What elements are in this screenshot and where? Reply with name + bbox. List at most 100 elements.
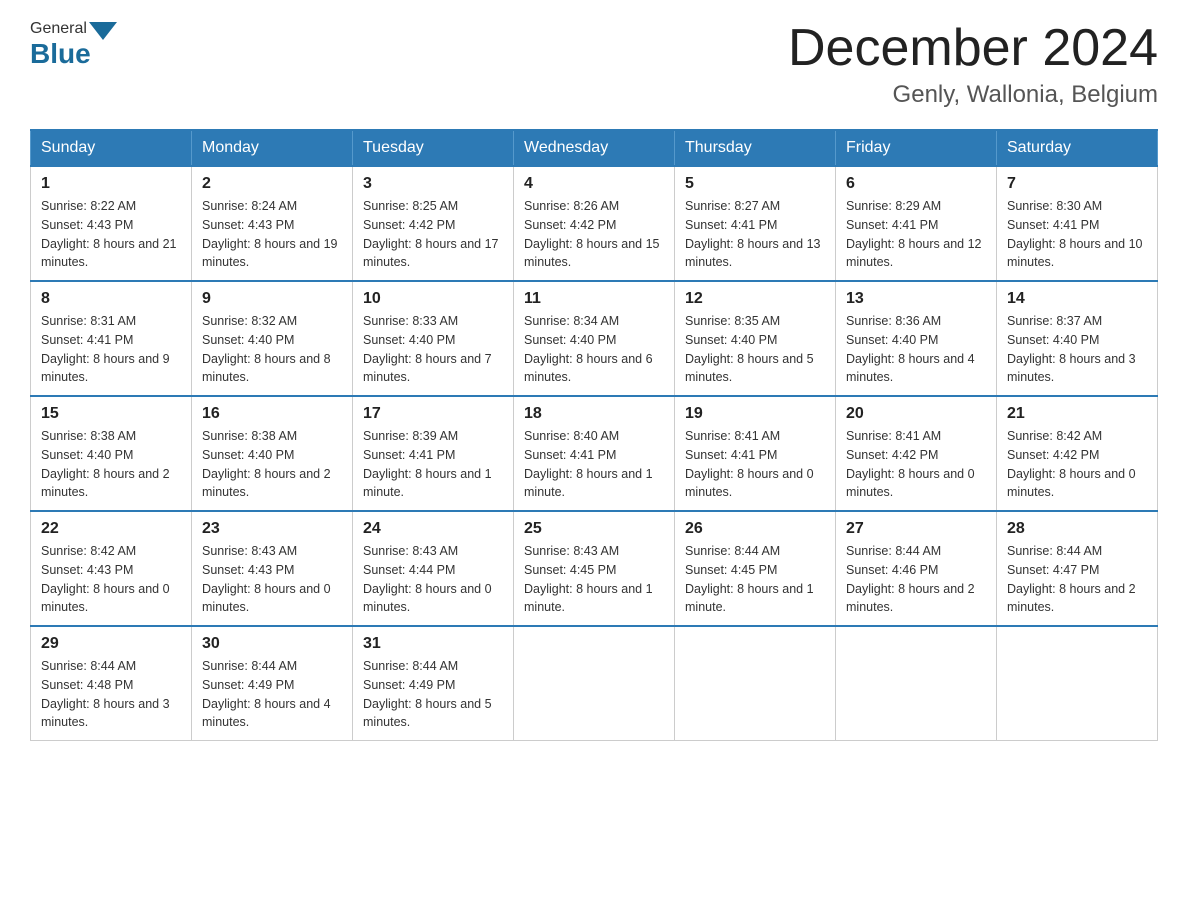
column-header-saturday: Saturday: [997, 130, 1158, 166]
day-info: Sunrise: 8:27 AM Sunset: 4:41 PM Dayligh…: [685, 197, 825, 272]
day-info: Sunrise: 8:39 AM Sunset: 4:41 PM Dayligh…: [363, 427, 503, 502]
title-area: December 2024 Genly, Wallonia, Belgium: [788, 20, 1158, 109]
calendar-cell: 8 Sunrise: 8:31 AM Sunset: 4:41 PM Dayli…: [31, 281, 192, 396]
calendar-cell: 4 Sunrise: 8:26 AM Sunset: 4:42 PM Dayli…: [514, 166, 675, 281]
calendar-cell: 24 Sunrise: 8:43 AM Sunset: 4:44 PM Dayl…: [353, 511, 514, 626]
calendar-cell: [675, 626, 836, 741]
calendar-cell: 7 Sunrise: 8:30 AM Sunset: 4:41 PM Dayli…: [997, 166, 1158, 281]
calendar-cell: [997, 626, 1158, 741]
day-info: Sunrise: 8:24 AM Sunset: 4:43 PM Dayligh…: [202, 197, 342, 272]
day-info: Sunrise: 8:43 AM Sunset: 4:43 PM Dayligh…: [202, 542, 342, 617]
day-number: 19: [685, 405, 825, 423]
day-info: Sunrise: 8:40 AM Sunset: 4:41 PM Dayligh…: [524, 427, 664, 502]
calendar-cell: 31 Sunrise: 8:44 AM Sunset: 4:49 PM Dayl…: [353, 626, 514, 741]
day-number: 8: [41, 290, 181, 308]
day-number: 16: [202, 405, 342, 423]
day-number: 17: [363, 405, 503, 423]
column-header-thursday: Thursday: [675, 130, 836, 166]
day-number: 31: [363, 635, 503, 653]
calendar-cell: 18 Sunrise: 8:40 AM Sunset: 4:41 PM Dayl…: [514, 396, 675, 511]
day-info: Sunrise: 8:36 AM Sunset: 4:40 PM Dayligh…: [846, 312, 986, 387]
calendar-cell: 21 Sunrise: 8:42 AM Sunset: 4:42 PM Dayl…: [997, 396, 1158, 511]
calendar-cell: 9 Sunrise: 8:32 AM Sunset: 4:40 PM Dayli…: [192, 281, 353, 396]
day-info: Sunrise: 8:43 AM Sunset: 4:44 PM Dayligh…: [363, 542, 503, 617]
day-number: 5: [685, 175, 825, 193]
day-number: 30: [202, 635, 342, 653]
day-number: 29: [41, 635, 181, 653]
day-info: Sunrise: 8:44 AM Sunset: 4:48 PM Dayligh…: [41, 657, 181, 732]
calendar-cell: 10 Sunrise: 8:33 AM Sunset: 4:40 PM Dayl…: [353, 281, 514, 396]
day-info: Sunrise: 8:41 AM Sunset: 4:42 PM Dayligh…: [846, 427, 986, 502]
day-info: Sunrise: 8:42 AM Sunset: 4:43 PM Dayligh…: [41, 542, 181, 617]
day-number: 20: [846, 405, 986, 423]
column-header-friday: Friday: [836, 130, 997, 166]
calendar-cell: 27 Sunrise: 8:44 AM Sunset: 4:46 PM Dayl…: [836, 511, 997, 626]
month-title: December 2024: [788, 20, 1158, 77]
logo-arrow-icon: [89, 22, 117, 40]
calendar-cell: 14 Sunrise: 8:37 AM Sunset: 4:40 PM Dayl…: [997, 281, 1158, 396]
day-number: 28: [1007, 520, 1147, 538]
day-info: Sunrise: 8:35 AM Sunset: 4:40 PM Dayligh…: [685, 312, 825, 387]
calendar-cell: 30 Sunrise: 8:44 AM Sunset: 4:49 PM Dayl…: [192, 626, 353, 741]
day-number: 25: [524, 520, 664, 538]
calendar-cell: 20 Sunrise: 8:41 AM Sunset: 4:42 PM Dayl…: [836, 396, 997, 511]
calendar-header-row: SundayMondayTuesdayWednesdayThursdayFrid…: [31, 130, 1158, 166]
day-number: 4: [524, 175, 664, 193]
day-number: 26: [685, 520, 825, 538]
day-info: Sunrise: 8:22 AM Sunset: 4:43 PM Dayligh…: [41, 197, 181, 272]
calendar-cell: 15 Sunrise: 8:38 AM Sunset: 4:40 PM Dayl…: [31, 396, 192, 511]
calendar-week-row: 8 Sunrise: 8:31 AM Sunset: 4:41 PM Dayli…: [31, 281, 1158, 396]
day-number: 9: [202, 290, 342, 308]
calendar-cell: 16 Sunrise: 8:38 AM Sunset: 4:40 PM Dayl…: [192, 396, 353, 511]
calendar-cell: 6 Sunrise: 8:29 AM Sunset: 4:41 PM Dayli…: [836, 166, 997, 281]
calendar-cell: 3 Sunrise: 8:25 AM Sunset: 4:42 PM Dayli…: [353, 166, 514, 281]
calendar-cell: 29 Sunrise: 8:44 AM Sunset: 4:48 PM Dayl…: [31, 626, 192, 741]
day-info: Sunrise: 8:44 AM Sunset: 4:46 PM Dayligh…: [846, 542, 986, 617]
day-info: Sunrise: 8:38 AM Sunset: 4:40 PM Dayligh…: [41, 427, 181, 502]
day-number: 11: [524, 290, 664, 308]
day-info: Sunrise: 8:43 AM Sunset: 4:45 PM Dayligh…: [524, 542, 664, 617]
day-info: Sunrise: 8:33 AM Sunset: 4:40 PM Dayligh…: [363, 312, 503, 387]
calendar-table: SundayMondayTuesdayWednesdayThursdayFrid…: [30, 129, 1158, 741]
page-header: General Blue December 2024 Genly, Wallon…: [30, 20, 1158, 109]
day-number: 14: [1007, 290, 1147, 308]
day-number: 12: [685, 290, 825, 308]
day-number: 18: [524, 405, 664, 423]
day-number: 3: [363, 175, 503, 193]
calendar-cell: 19 Sunrise: 8:41 AM Sunset: 4:41 PM Dayl…: [675, 396, 836, 511]
column-header-monday: Monday: [192, 130, 353, 166]
calendar-cell: 25 Sunrise: 8:43 AM Sunset: 4:45 PM Dayl…: [514, 511, 675, 626]
day-number: 15: [41, 405, 181, 423]
calendar-cell: [514, 626, 675, 741]
day-info: Sunrise: 8:34 AM Sunset: 4:40 PM Dayligh…: [524, 312, 664, 387]
calendar-week-row: 15 Sunrise: 8:38 AM Sunset: 4:40 PM Dayl…: [31, 396, 1158, 511]
day-number: 2: [202, 175, 342, 193]
day-info: Sunrise: 8:41 AM Sunset: 4:41 PM Dayligh…: [685, 427, 825, 502]
calendar-cell: 1 Sunrise: 8:22 AM Sunset: 4:43 PM Dayli…: [31, 166, 192, 281]
calendar-cell: 12 Sunrise: 8:35 AM Sunset: 4:40 PM Dayl…: [675, 281, 836, 396]
day-number: 21: [1007, 405, 1147, 423]
calendar-cell: 26 Sunrise: 8:44 AM Sunset: 4:45 PM Dayl…: [675, 511, 836, 626]
calendar-cell: 5 Sunrise: 8:27 AM Sunset: 4:41 PM Dayli…: [675, 166, 836, 281]
day-number: 13: [846, 290, 986, 308]
logo-blue-text: Blue: [30, 38, 91, 70]
logo: General Blue: [30, 20, 119, 70]
day-number: 1: [41, 175, 181, 193]
day-info: Sunrise: 8:30 AM Sunset: 4:41 PM Dayligh…: [1007, 197, 1147, 272]
calendar-week-row: 1 Sunrise: 8:22 AM Sunset: 4:43 PM Dayli…: [31, 166, 1158, 281]
calendar-cell: 11 Sunrise: 8:34 AM Sunset: 4:40 PM Dayl…: [514, 281, 675, 396]
column-header-wednesday: Wednesday: [514, 130, 675, 166]
calendar-cell: 22 Sunrise: 8:42 AM Sunset: 4:43 PM Dayl…: [31, 511, 192, 626]
day-info: Sunrise: 8:38 AM Sunset: 4:40 PM Dayligh…: [202, 427, 342, 502]
calendar-cell: 23 Sunrise: 8:43 AM Sunset: 4:43 PM Dayl…: [192, 511, 353, 626]
calendar-cell: 28 Sunrise: 8:44 AM Sunset: 4:47 PM Dayl…: [997, 511, 1158, 626]
day-info: Sunrise: 8:26 AM Sunset: 4:42 PM Dayligh…: [524, 197, 664, 272]
day-number: 6: [846, 175, 986, 193]
day-number: 7: [1007, 175, 1147, 193]
day-info: Sunrise: 8:44 AM Sunset: 4:49 PM Dayligh…: [363, 657, 503, 732]
day-number: 24: [363, 520, 503, 538]
calendar-week-row: 29 Sunrise: 8:44 AM Sunset: 4:48 PM Dayl…: [31, 626, 1158, 741]
calendar-cell: [836, 626, 997, 741]
day-number: 27: [846, 520, 986, 538]
day-info: Sunrise: 8:29 AM Sunset: 4:41 PM Dayligh…: [846, 197, 986, 272]
